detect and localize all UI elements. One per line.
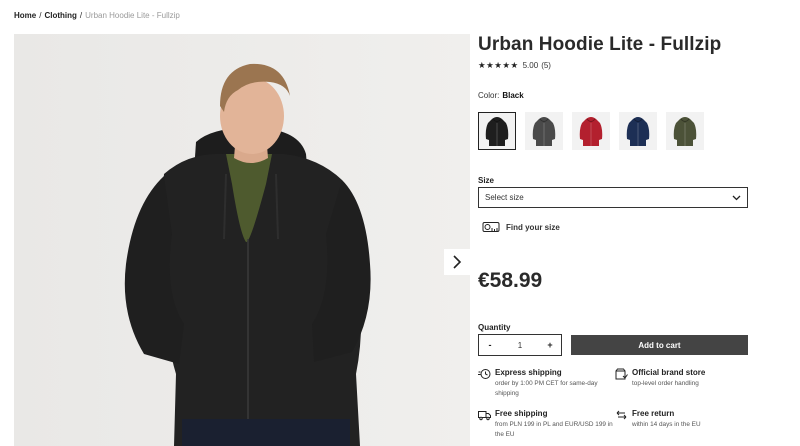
color-swatch-olive[interactable]	[666, 112, 704, 150]
size-label: Size	[478, 176, 495, 185]
find-your-size-link[interactable]: Find your size	[482, 221, 560, 233]
perk-free-shipping: Free shipping from PLN 199 in PL and EUR…	[478, 409, 613, 440]
hoodie-thumbnail-icon	[673, 117, 697, 146]
quantity-stepper: - 1 +	[478, 334, 562, 356]
perk-official-title: Official brand store	[632, 368, 706, 377]
color-indicator: Color: Black	[478, 91, 524, 100]
breadcrumb: Home / Clothing / Urban Hoodie Lite - Fullzi…	[14, 11, 180, 20]
perk-express-shipping: Express shipping order by 1:00 PM CET fo…	[478, 368, 613, 399]
breadcrumb-current: Urban Hoodie Lite - Fullzip	[85, 11, 180, 20]
fast-clock-icon	[478, 369, 491, 379]
return-arrows-icon	[616, 410, 627, 420]
perk-free-return: Free return within 14 days in the EU	[615, 409, 750, 430]
color-swatches	[478, 112, 704, 150]
product-image-gallery	[14, 34, 470, 446]
size-select[interactable]: Select size	[478, 187, 748, 208]
color-swatch-red[interactable]	[572, 112, 610, 150]
color-swatch-black[interactable]	[478, 112, 516, 150]
add-to-cart-button[interactable]: Add to cart	[571, 335, 748, 355]
color-value: Black	[502, 91, 524, 100]
perk-free-return-title: Free return	[632, 409, 675, 418]
perk-express-title: Express shipping	[495, 368, 562, 377]
quantity-increase-button[interactable]: +	[539, 340, 561, 350]
size-select-value: Select size	[485, 193, 524, 202]
color-swatch-navy[interactable]	[619, 112, 657, 150]
perk-official-store: Official brand store top-level order han…	[615, 368, 750, 389]
perk-free-return-text: within 14 days in the EU	[632, 421, 701, 428]
hoodie-thumbnail-icon	[626, 117, 650, 146]
measuring-tape-icon	[482, 222, 500, 232]
product-title: Urban Hoodie Lite - Fullzip	[478, 34, 722, 55]
product-rating[interactable]: ★★★★★ 5.00 (5)	[478, 60, 750, 71]
product-price: €58.99	[478, 269, 543, 292]
perk-official-text: top-level order handling	[632, 380, 699, 387]
hoodie-thumbnail-icon	[532, 117, 556, 146]
color-swatch-graphite[interactable]	[525, 112, 563, 150]
breadcrumb-home-link[interactable]: Home	[14, 11, 36, 20]
color-label: Color:	[478, 91, 500, 100]
perk-express-text: order by 1:00 PM CET for same-day shippi…	[495, 380, 598, 397]
perk-free-shipping-text: from PLN 199 in PL and EUR/USD 199 in th…	[495, 421, 613, 438]
delivery-truck-icon	[478, 411, 491, 421]
perk-free-shipping-title: Free shipping	[495, 409, 548, 418]
breadcrumb-clothing-link[interactable]: Clothing	[44, 11, 76, 20]
rating-stars-icon: ★★★★★	[478, 60, 519, 70]
product-info-panel: Urban Hoodie Lite - Fullzip ★★★★★ 5.00 (…	[478, 34, 750, 438]
chevron-right-icon	[453, 255, 462, 269]
store-icon	[615, 368, 628, 380]
quantity-value[interactable]: 1	[518, 341, 522, 350]
quantity-decrease-button[interactable]: -	[479, 340, 501, 350]
hoodie-thumbnail-icon	[485, 117, 509, 146]
product-photo	[14, 34, 470, 446]
hoodie-thumbnail-icon	[579, 117, 603, 146]
find-your-size-label: Find your size	[506, 222, 560, 232]
rating-count: (5)	[541, 61, 551, 70]
quantity-label: Quantity	[478, 323, 511, 332]
rating-value: 5.00	[522, 61, 539, 70]
next-image-button[interactable]	[444, 249, 470, 275]
chevron-down-icon	[732, 195, 741, 200]
